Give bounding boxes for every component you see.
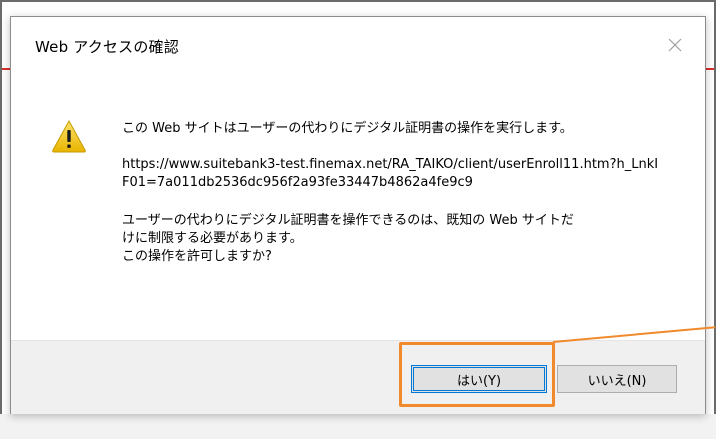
- highlight-box: [399, 342, 555, 407]
- frame-top-edge: [0, 0, 716, 2]
- warning-icon: [52, 119, 86, 153]
- warning-line-3: この操作を許可しますか?: [122, 249, 272, 264]
- warning-line-2: けに制限する必要があります。: [122, 231, 303, 246]
- no-button-label: いいえ(N): [587, 373, 647, 389]
- site-url: https://www.suitebank3-test.finemax.net/…: [122, 157, 659, 190]
- close-button[interactable]: [663, 33, 687, 57]
- background-accent-right: [706, 68, 714, 70]
- web-access-confirmation-dialog: Web アクセスの確認 この Web サイトはユーザーの代わりにデジタル証明書の…: [10, 16, 706, 414]
- frame-left-edge: [0, 0, 2, 439]
- background-accent-left: [2, 68, 10, 70]
- message-intro: この Web サイトはユーザーの代わりにデジタル証明書の操作を実行します。: [122, 121, 573, 136]
- screen: Web アクセスの確認 この Web サイトはユーザーの代わりにデジタル証明書の…: [0, 0, 716, 439]
- no-button[interactable]: いいえ(N): [557, 365, 677, 393]
- close-icon: [668, 38, 682, 52]
- background-page: [0, 414, 716, 439]
- dialog-message: この Web サイトはユーザーの代わりにデジタル証明書の操作を実行します。 ht…: [122, 120, 682, 266]
- dialog-button-bar: はい(Y) いいえ(N): [11, 340, 705, 414]
- warning-line-1: ユーザーの代わりにデジタル証明書を操作できるのは、既知の Web サイトだ: [122, 213, 574, 228]
- dialog-title: Web アクセスの確認: [35, 38, 179, 56]
- message-warning: ユーザーの代わりにデジタル証明書を操作できるのは、既知の Web サイトだ けに…: [122, 212, 662, 266]
